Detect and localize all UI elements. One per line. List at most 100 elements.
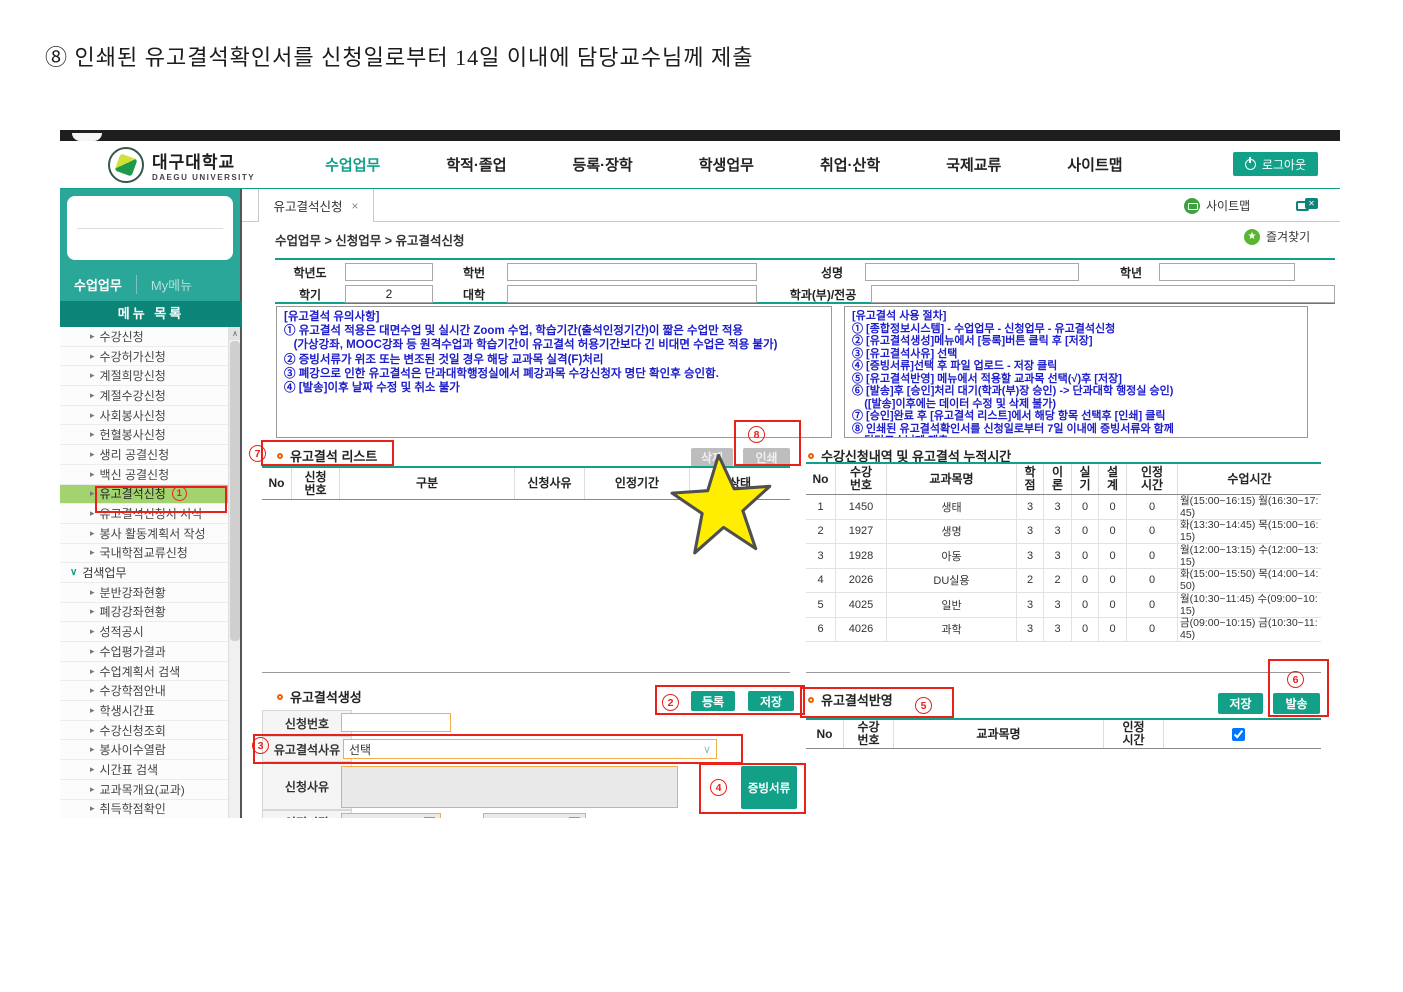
sidebar-item-label: 수강신청조회 [100, 722, 166, 739]
sidebar-tab-mymenu[interactable]: My메뉴 [136, 275, 206, 294]
sidebar-item[interactable]: 유고결석신청서 서식 [60, 504, 228, 524]
nav-item[interactable]: 취업·산학 [820, 154, 880, 175]
student-info-form: 학년도 학번 성명 학년 학기 2 대학 학과(부)/전공 [275, 258, 1335, 304]
sidebar-item[interactable]: 성적공시 [60, 622, 228, 642]
studentno-input[interactable] [507, 263, 757, 281]
sidebar-item[interactable]: 검색업무 [60, 563, 228, 583]
proof-documents-button[interactable]: 증빙서류 [741, 766, 797, 809]
marker-6: 6 [1287, 671, 1304, 688]
nav-item[interactable]: 사이트맵 [1067, 154, 1122, 175]
tab-close-icon[interactable]: × [352, 199, 359, 213]
close-all-tabs-icon[interactable]: ✕ [1296, 198, 1318, 213]
table-cell: 2 [806, 520, 836, 545]
sidebar-item[interactable]: 수강신청조회 [60, 721, 228, 741]
select-all-checkbox[interactable] [1232, 728, 1245, 741]
sidebar-item[interactable]: 분반강좌현황 [60, 583, 228, 603]
notice-line: ④ [증빙서류]선택 후 파일 업로드 - 저장 클릭 [852, 360, 1300, 373]
period-start-input[interactable] [341, 813, 441, 818]
table-cell: 3 [1044, 544, 1072, 569]
table-cell: 금(09:00~10:15) 금(10:30~11:45) [1178, 618, 1321, 643]
scroll-up-icon[interactable]: ∧ [229, 327, 240, 340]
sidebar-item[interactable]: 시간표 검색 [60, 760, 228, 780]
sidebar-item[interactable]: 계절수강신청 [60, 386, 228, 406]
sidebar-scrollbar[interactable]: ∧ [228, 327, 240, 818]
table-row[interactable]: 42026DU실용22000화(15:00~15:50) 목(14:00~14:… [806, 569, 1321, 594]
grade-input[interactable] [1159, 263, 1295, 281]
university-logo[interactable]: 대구대학교 DAEGU UNIVERSITY [108, 147, 255, 183]
nav-item[interactable]: 학생업무 [699, 154, 754, 175]
menu-panel: 수강신청수강허가신청계절희망신청계절수강신청사회봉사신청헌혈봉사신청생리 공결신… [60, 327, 240, 818]
nav-item[interactable]: 수업업무 [325, 154, 380, 175]
highlight-star [663, 450, 782, 560]
table-row[interactable]: 64026과학33000금(09:00~10:15) 금(10:30~11:45… [806, 618, 1321, 643]
nav-item[interactable]: 국제교류 [946, 154, 1001, 175]
table-row[interactable]: 21927생명33000화(13:30~14:45) 목(15:00~16:15… [806, 520, 1321, 545]
table-cell: 0 [1072, 593, 1099, 618]
sidebar-item-label: 수강허가신청 [100, 348, 166, 365]
register-button[interactable]: 등록 [691, 691, 735, 711]
sidebar-item[interactable]: 교과목개요(교과) [60, 780, 228, 800]
send-button[interactable]: 발송 [1273, 693, 1320, 714]
nav-item[interactable]: 학적·졸업 [446, 154, 506, 175]
logout-button[interactable]: 로그아웃 [1233, 152, 1318, 176]
tab-absence-application[interactable]: 유고결석신청 × [258, 189, 374, 222]
calendar-icon[interactable] [569, 817, 580, 818]
sidebar-item[interactable]: 계절희망신청 [60, 366, 228, 386]
notice-procedure-box: [유고결석 사용 절차]① [종합정보시스템] - 수업업무 - 신청업무 - … [844, 306, 1308, 438]
sidebar-item[interactable]: 수업계획서 검색 [60, 662, 228, 682]
sidebar-item-label: 유고결석신청서 서식 [100, 505, 203, 522]
request-reason-label: 신청사유 [262, 762, 352, 810]
table-cell: 0 [1127, 495, 1178, 520]
period-end-input[interactable] [483, 813, 586, 818]
request-reason-textarea[interactable] [341, 766, 678, 808]
sidebar-item[interactable]: 봉사 활동계획서 작성 [60, 524, 228, 544]
table-row[interactable]: 11450생태33000월(15:00~16:15) 월(16:30~17:45… [806, 495, 1321, 520]
year-input[interactable] [345, 263, 433, 281]
column-header: 학 점 [1017, 464, 1044, 494]
table-row[interactable]: 31928아동33000월(12:00~13:15) 수(12:00~13:15… [806, 544, 1321, 569]
college-input[interactable] [507, 285, 757, 303]
column-header: 수강 번호 [844, 720, 894, 748]
sidebar-item[interactable]: 봉사이수열람 [60, 740, 228, 760]
calendar-icon[interactable] [424, 817, 435, 818]
sidebar-item[interactable]: 유고결석신청1 [60, 485, 228, 505]
sidebar-item[interactable]: 취득학점확인 [60, 800, 228, 819]
table-cell: 3 [1017, 618, 1044, 643]
absence-apply-title: 유고결석반영 [808, 690, 893, 709]
sidebar-item[interactable]: 폐강강좌현황 [60, 603, 228, 623]
sidebar-item[interactable]: 수강학점안내 [60, 681, 228, 701]
sidebar-item[interactable]: 수업평가결과 [60, 642, 228, 662]
semester-input[interactable]: 2 [345, 285, 433, 303]
sidebar-item[interactable]: 헌혈봉사신청 [60, 425, 228, 445]
sidebar-item[interactable]: 학생시간표 [60, 701, 228, 721]
sidebar-item[interactable]: 사회봉사신청 [60, 406, 228, 426]
absence-reason-select[interactable]: 선택 [343, 739, 717, 759]
name-input[interactable] [865, 263, 1079, 281]
table-cell: 월(12:00~13:15) 수(12:00~13:15) [1178, 544, 1321, 569]
scrollbar-thumb[interactable] [230, 341, 240, 641]
tab-bar: 유고결석신청 × 사이트맵 ✕ [242, 189, 1340, 222]
sidebar-item[interactable]: 생리 공결신청 [60, 445, 228, 465]
sidebar-item[interactable]: 수강신청 [60, 327, 228, 347]
favorite-button[interactable]: 즐겨찾기 [1244, 228, 1310, 245]
sidebar-tab-main[interactable]: 수업업무 [60, 275, 136, 294]
table-cell: 생태 [887, 495, 1017, 520]
sidebar-item-label: 수업평가결과 [100, 643, 166, 660]
table-row[interactable]: 54025일반33000월(10:30~11:45) 수(09:00~10:15… [806, 593, 1321, 618]
name-label: 성명 [799, 264, 865, 281]
sidebar-item-label: 학생시간표 [100, 702, 155, 719]
table-cell: 4 [806, 569, 836, 594]
sitemap-shortcut[interactable]: 사이트맵 [1184, 197, 1250, 214]
notice-line: (가상강좌, MOOC강좌 등 원격수업과 학습기간이 유고결석 허용기간보다 … [284, 338, 824, 352]
save-apply-button[interactable]: 저장 [1218, 693, 1263, 714]
sidebar-item[interactable]: 백신 공결신청 [60, 465, 228, 485]
sidebar-item[interactable]: 국내학점교류신청 [60, 544, 228, 564]
major-input[interactable] [871, 285, 1335, 303]
sitemap-icon [1184, 198, 1200, 214]
sidebar-item[interactable]: 수강허가신청 [60, 347, 228, 367]
column-header: 수강 번호 [836, 464, 887, 494]
nav-item[interactable]: 등록·장학 [573, 154, 633, 175]
request-no-input[interactable] [341, 713, 451, 732]
save-create-button[interactable]: 저장 [748, 691, 794, 711]
table-cell: 0 [1099, 569, 1127, 594]
